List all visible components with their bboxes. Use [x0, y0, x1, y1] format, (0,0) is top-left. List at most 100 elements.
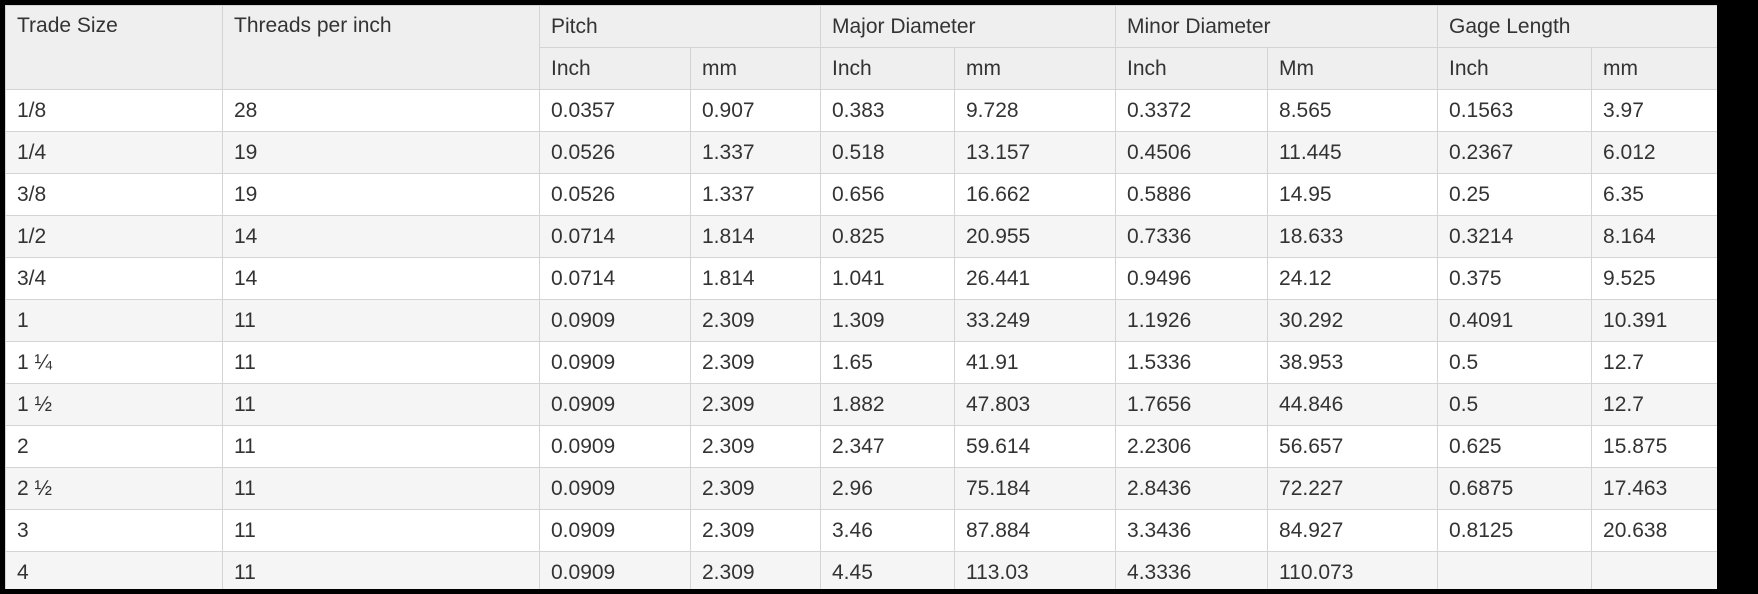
- cell-pitch-inch: 0.0909: [539, 383, 691, 426]
- cell-minor-mm: 8.565: [1267, 89, 1439, 132]
- cell-pitch-mm: 2.309: [690, 383, 821, 426]
- cell-minor-inch: 1.1926: [1115, 299, 1269, 342]
- cell-gage-inch: 0.6875: [1437, 467, 1593, 510]
- cell-pitch-inch: 0.0714: [539, 215, 691, 258]
- header-minor-diameter: Minor Diameter: [1115, 5, 1439, 48]
- cell-minor-inch: 0.4506: [1115, 131, 1269, 174]
- cell-gage-mm: [1591, 551, 1717, 589]
- cell-pitch-inch: 0.0909: [539, 467, 691, 510]
- cell-minor-mm: 38.953: [1267, 341, 1439, 384]
- cell-trade-size: 3: [5, 509, 223, 552]
- table-row: 1 11 0.0909 2.309 1.309 33.249 1.1926 30.292 0.4…: [5, 299, 1717, 342]
- cell-threads-per-inch: 19: [222, 131, 540, 174]
- cell-trade-size: 1: [5, 299, 223, 342]
- cell-threads-per-inch: 19: [222, 173, 540, 216]
- cell-major-inch: 0.825: [820, 215, 955, 258]
- cell-gage-inch: [1437, 551, 1593, 589]
- cell-gage-inch: 0.25: [1437, 173, 1593, 216]
- cell-major-mm: 26.441: [953, 257, 1117, 300]
- cell-pitch-mm: 1.337: [690, 131, 821, 174]
- cell-threads-per-inch: 11: [222, 551, 540, 589]
- cell-pitch-inch: 0.0357: [539, 89, 691, 132]
- cell-major-inch: 1.309: [820, 299, 955, 342]
- thread-dimensions-table: Trade Size Threads per inch Pitch Major …: [5, 5, 1717, 589]
- cell-pitch-inch: 0.0909: [539, 425, 691, 468]
- cell-major-inch: 4.45: [820, 551, 955, 589]
- cell-pitch-mm: 0.907: [690, 89, 821, 132]
- cell-trade-size: 1/2: [5, 215, 223, 258]
- cell-trade-size: 2: [5, 425, 223, 468]
- cell-minor-inch: 1.5336: [1115, 341, 1269, 384]
- cell-gage-inch: 0.1563: [1437, 89, 1593, 132]
- table-row: 3/4 14 0.0714 1.814 1.041 26.441 0.9496 24.12 0.…: [5, 257, 1717, 300]
- cell-major-mm: 59.614: [953, 425, 1117, 468]
- cell-minor-inch: 4.3336: [1115, 551, 1269, 589]
- cell-gage-mm: 8.164: [1591, 215, 1717, 258]
- cell-gage-inch: 0.3214: [1437, 215, 1593, 258]
- cell-pitch-inch: 0.0909: [539, 551, 691, 589]
- header-threads-per-inch: Threads per inch: [222, 5, 540, 90]
- cell-pitch-mm: 1.814: [690, 257, 821, 300]
- table-body: 1/8 28 0.0357 0.907 0.383 9.728 0.3372 8.565 0.1…: [5, 89, 1717, 589]
- cell-trade-size: 2 ½: [5, 467, 223, 510]
- cell-major-inch: 0.656: [820, 173, 955, 216]
- subheader-minor-mm: Mm: [1267, 47, 1439, 90]
- cell-pitch-mm: 2.309: [690, 299, 821, 342]
- cell-minor-inch: 0.7336: [1115, 215, 1269, 258]
- cell-pitch-inch: 0.0909: [539, 341, 691, 384]
- cell-minor-inch: 2.8436: [1115, 467, 1269, 510]
- table-frame: Trade Size Threads per inch Pitch Major …: [5, 5, 1717, 589]
- table-row: 2 11 0.0909 2.309 2.347 59.614 2.2306 56.657 0.6…: [5, 425, 1717, 468]
- cell-threads-per-inch: 11: [222, 467, 540, 510]
- cell-major-mm: 87.884: [953, 509, 1117, 552]
- cell-major-inch: 2.347: [820, 425, 955, 468]
- subheader-minor-inch: Inch: [1115, 47, 1269, 90]
- cell-gage-mm: 12.7: [1591, 383, 1717, 426]
- cell-pitch-inch: 0.0909: [539, 509, 691, 552]
- header-trade-size: Trade Size: [5, 5, 223, 90]
- cell-minor-mm: 84.927: [1267, 509, 1439, 552]
- cell-major-inch: 0.518: [820, 131, 955, 174]
- cell-minor-inch: 0.5886: [1115, 173, 1269, 216]
- cell-minor-inch: 2.2306: [1115, 425, 1269, 468]
- header-major-diameter: Major Diameter: [819, 5, 1117, 48]
- cell-trade-size: 1 ½: [5, 383, 223, 426]
- cell-threads-per-inch: 11: [222, 341, 540, 384]
- cell-major-mm: 20.955: [953, 215, 1117, 258]
- cell-trade-size: 3/4: [5, 257, 223, 300]
- cell-minor-mm: 110.073: [1267, 551, 1439, 589]
- table-row: 1 ¼ 11 0.0909 2.309 1.65 41.91 1.5336 38.953 0.5…: [5, 341, 1717, 384]
- cell-major-mm: 9.728: [953, 89, 1117, 132]
- table-row: 3/8 19 0.0526 1.337 0.656 16.662 0.5886 14.95 0.…: [5, 173, 1717, 216]
- cell-pitch-mm: 1.337: [690, 173, 821, 216]
- subheader-pitch-mm: mm: [690, 47, 821, 90]
- header-pitch: Pitch: [539, 5, 821, 48]
- cell-minor-mm: 14.95: [1267, 173, 1439, 216]
- cell-major-inch: 1.65: [820, 341, 955, 384]
- subheader-gage-inch: Inch: [1437, 47, 1593, 90]
- table-row: 2 ½ 11 0.0909 2.309 2.96 75.184 2.8436 72.227 0.…: [5, 467, 1717, 510]
- cell-gage-inch: 0.5: [1437, 341, 1593, 384]
- cell-major-inch: 2.96: [820, 467, 955, 510]
- cell-gage-inch: 0.2367: [1437, 131, 1593, 174]
- header-gage-length: Gage Length: [1437, 5, 1717, 48]
- cell-pitch-mm: 2.309: [690, 425, 821, 468]
- cell-trade-size: 1/8: [5, 89, 223, 132]
- cell-threads-per-inch: 14: [222, 257, 540, 300]
- cell-threads-per-inch: 28: [222, 89, 540, 132]
- cell-pitch-mm: 2.309: [690, 341, 821, 384]
- cell-major-inch: 0.383: [820, 89, 955, 132]
- cell-pitch-mm: 2.309: [690, 551, 821, 589]
- cell-gage-mm: 6.35: [1591, 173, 1717, 216]
- cell-gage-mm: 12.7: [1591, 341, 1717, 384]
- cell-pitch-mm: 1.814: [690, 215, 821, 258]
- cell-pitch-mm: 2.309: [690, 467, 821, 510]
- cell-pitch-inch: 0.0526: [539, 131, 691, 174]
- cell-gage-inch: 0.375: [1437, 257, 1593, 300]
- cell-gage-mm: 6.012: [1591, 131, 1717, 174]
- cell-pitch-mm: 2.309: [690, 509, 821, 552]
- cell-minor-mm: 72.227: [1267, 467, 1439, 510]
- cell-minor-inch: 1.7656: [1115, 383, 1269, 426]
- cell-pitch-inch: 0.0714: [539, 257, 691, 300]
- cell-major-mm: 41.91: [953, 341, 1117, 384]
